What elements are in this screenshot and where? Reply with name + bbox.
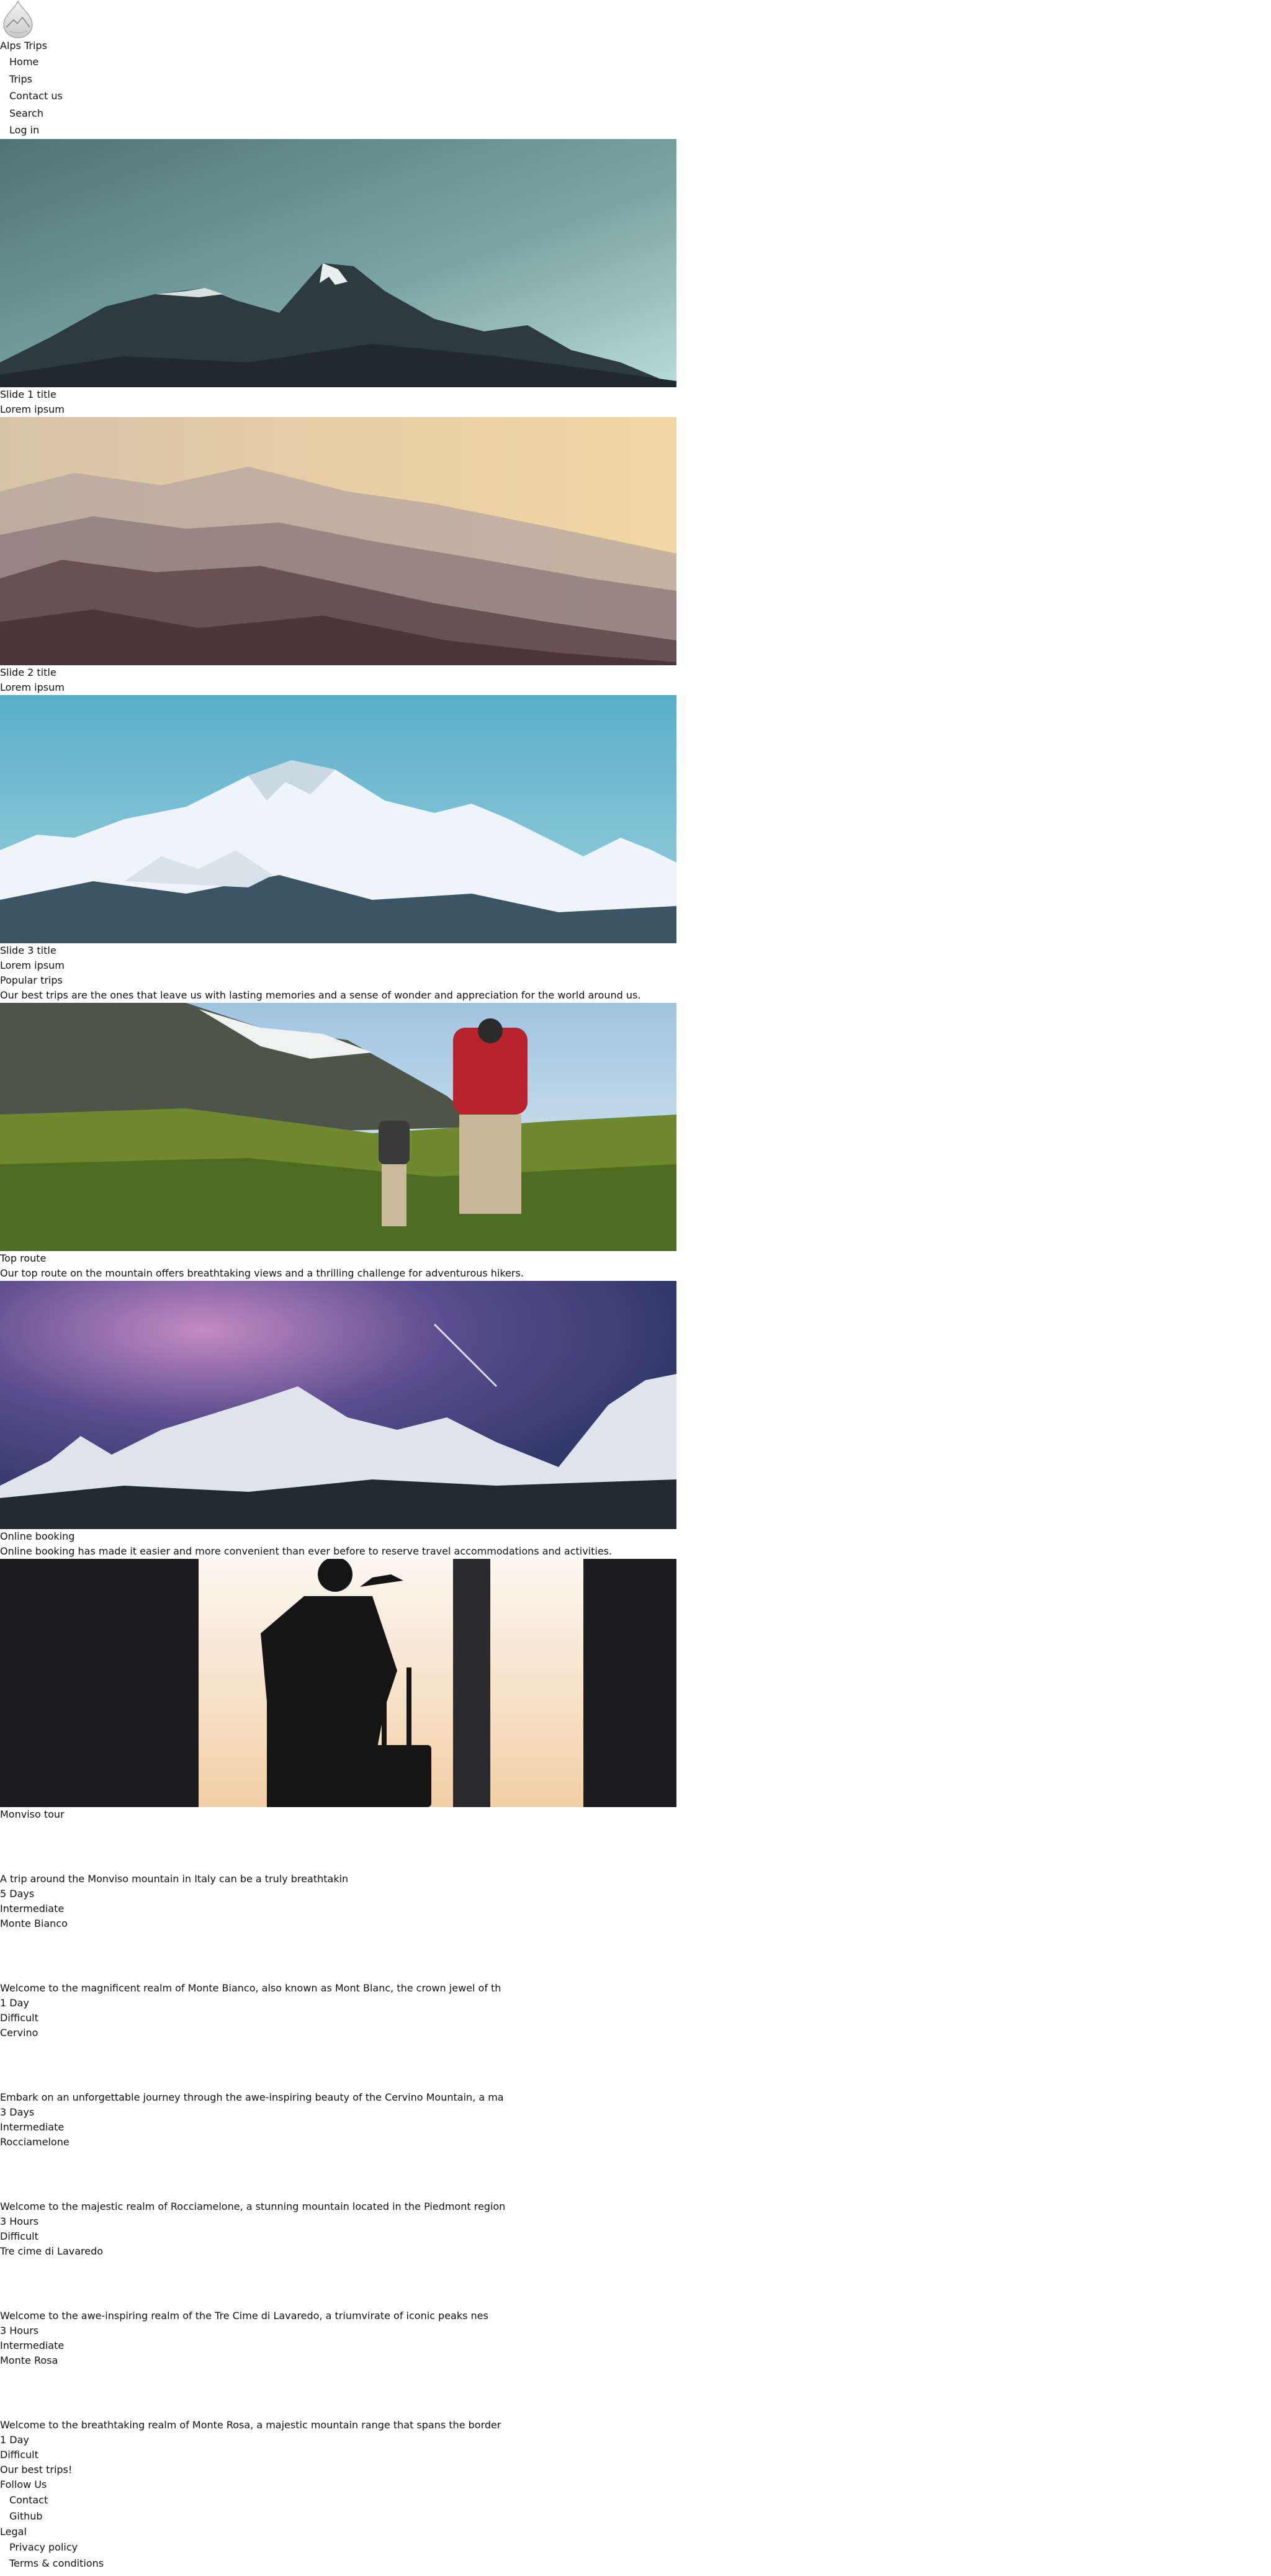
- trip-difficulty: Intermediate: [0, 1902, 65, 1914]
- footer-link-terms[interactable]: Terms & conditions: [9, 2556, 1271, 2572]
- trip-duration: 1 Day: [0, 1996, 29, 2009]
- trip-item[interactable]: Monviso tour A trip around the Monviso m…: [0, 1807, 1271, 1916]
- trip-duration: 3 Hours: [0, 2215, 39, 2227]
- feature-title: Online booking: [0, 1530, 75, 1542]
- slide: Slide 2 title Lorem ipsum: [0, 416, 1271, 695]
- trip-item[interactable]: Tre cime di Lavaredo Welcome to the awe-…: [0, 2244, 1271, 2353]
- trip-name[interactable]: Rocciamelone: [0, 2135, 1271, 2150]
- feature-image: [0, 1558, 676, 1807]
- trip-name[interactable]: Monte Bianco: [0, 1916, 1271, 1931]
- slide-title: Slide 3 title: [0, 944, 56, 956]
- trip-item[interactable]: Rocciamelone Welcome to the majestic rea…: [0, 2135, 1271, 2244]
- feature-image: [0, 1002, 676, 1251]
- site-footer: Our best trips! Follow Us Contact Github…: [0, 2462, 1271, 2572]
- trip-description: Welcome to the magnificent realm of Mont…: [0, 1981, 501, 1994]
- trip-difficulty: Difficult: [0, 2230, 38, 2242]
- footer-link-privacy[interactable]: Privacy policy: [9, 2539, 1271, 2556]
- slide: Slide 1 title Lorem ipsum: [0, 138, 1271, 417]
- feature-text: Our top route on the mountain offers bre…: [0, 1267, 524, 1279]
- trip-duration: 5 Days: [0, 1887, 35, 1900]
- slide-image: [0, 416, 676, 665]
- footer-link-contact[interactable]: Contact: [9, 2492, 1271, 2508]
- follow-heading: Follow Us: [0, 2478, 47, 2490]
- trip-description: Welcome to the breathtaking realm of Mon…: [0, 2418, 501, 2431]
- slide-title: Slide 1 title: [0, 388, 56, 400]
- feature-card: [0, 1558, 1271, 1807]
- trip-difficulty: Difficult: [0, 2011, 38, 2024]
- trip-duration: 3 Hours: [0, 2324, 39, 2336]
- trip-name[interactable]: Cervino: [0, 2026, 1271, 2040]
- trip-difficulty: Difficult: [0, 2448, 38, 2461]
- trip-description: Welcome to the awe-inspiring realm of th…: [0, 2309, 488, 2322]
- mountain-drop-logo-icon: [3, 0, 33, 38]
- section-heading: Popular trips: [0, 974, 63, 986]
- trip-item[interactable]: Monte Bianco Welcome to the magnificent …: [0, 1916, 1271, 2026]
- trip-description: Welcome to the majestic realm of Rocciam…: [0, 2200, 506, 2212]
- trip-item[interactable]: Cervino Embark on an unforgettable journ…: [0, 2026, 1271, 2135]
- slide-subtitle: Lorem ipsum: [0, 681, 65, 693]
- feature-image: [0, 1280, 676, 1529]
- slide-subtitle: Lorem ipsum: [0, 959, 65, 971]
- trip-difficulty: Intermediate: [0, 2339, 65, 2351]
- trip-name[interactable]: Tre cime di Lavaredo: [0, 2244, 1271, 2259]
- hero-carousel: Slide 1 title Lorem ipsum Slide 2 title …: [0, 138, 1271, 973]
- trip-item[interactable]: Monte Rosa Welcome to the breathtaking r…: [0, 2353, 1271, 2462]
- nav-item-home[interactable]: Home: [9, 53, 1271, 71]
- slide-subtitle: Lorem ipsum: [0, 403, 65, 415]
- feature-card: Online booking Online booking has made i…: [0, 1280, 1271, 1559]
- section-intro: Our best trips are the ones that leave u…: [0, 989, 641, 1001]
- trip-duration: 1 Day: [0, 2433, 29, 2446]
- nav-item-search[interactable]: Search: [9, 105, 1271, 122]
- popular-section: Popular trips Our best trips are the one…: [0, 973, 1271, 1003]
- footer-tagline: Our best trips!: [0, 2463, 73, 2475]
- legal-heading: Legal: [0, 2525, 27, 2538]
- features-section: Top route Our top route on the mountain …: [0, 1002, 1271, 1807]
- site-header: Alps Trips Home Trips Contact us Search …: [0, 0, 1271, 139]
- slide-title: Slide 2 title: [0, 666, 56, 678]
- feature-title: Top route: [0, 1252, 47, 1264]
- slide-image: [0, 138, 676, 387]
- slide-image: [0, 694, 676, 943]
- trip-description: A trip around the Monviso mountain in It…: [0, 1872, 349, 1885]
- trip-list: Monviso tour A trip around the Monviso m…: [0, 1807, 1271, 2462]
- footer-link-github[interactable]: Github: [9, 2508, 1271, 2524]
- logo-link[interactable]: [0, 0, 1271, 38]
- nav-item-login[interactable]: Log in: [9, 122, 1271, 139]
- main-nav: Home Trips Contact us Search Log in: [0, 53, 1271, 139]
- feature-card: Top route Our top route on the mountain …: [0, 1002, 1271, 1281]
- follow-links: Contact Github: [0, 2492, 1271, 2524]
- slide: Slide 3 title Lorem ipsum: [0, 694, 1271, 973]
- legal-links: Privacy policy Terms & conditions: [0, 2539, 1271, 2572]
- trip-name[interactable]: Monte Rosa: [0, 2353, 1271, 2368]
- trip-duration: 3 Days: [0, 2106, 35, 2118]
- feature-text: Online booking has made it easier and mo…: [0, 1545, 613, 1557]
- brand-name[interactable]: Alps Trips: [0, 38, 1271, 53]
- trip-name[interactable]: Monviso tour: [0, 1807, 1271, 1822]
- trip-difficulty: Intermediate: [0, 2120, 65, 2133]
- trip-description: Embark on an unforgettable journey throu…: [0, 2091, 504, 2103]
- nav-item-trips[interactable]: Trips: [9, 71, 1271, 88]
- nav-item-contact[interactable]: Contact us: [9, 88, 1271, 105]
